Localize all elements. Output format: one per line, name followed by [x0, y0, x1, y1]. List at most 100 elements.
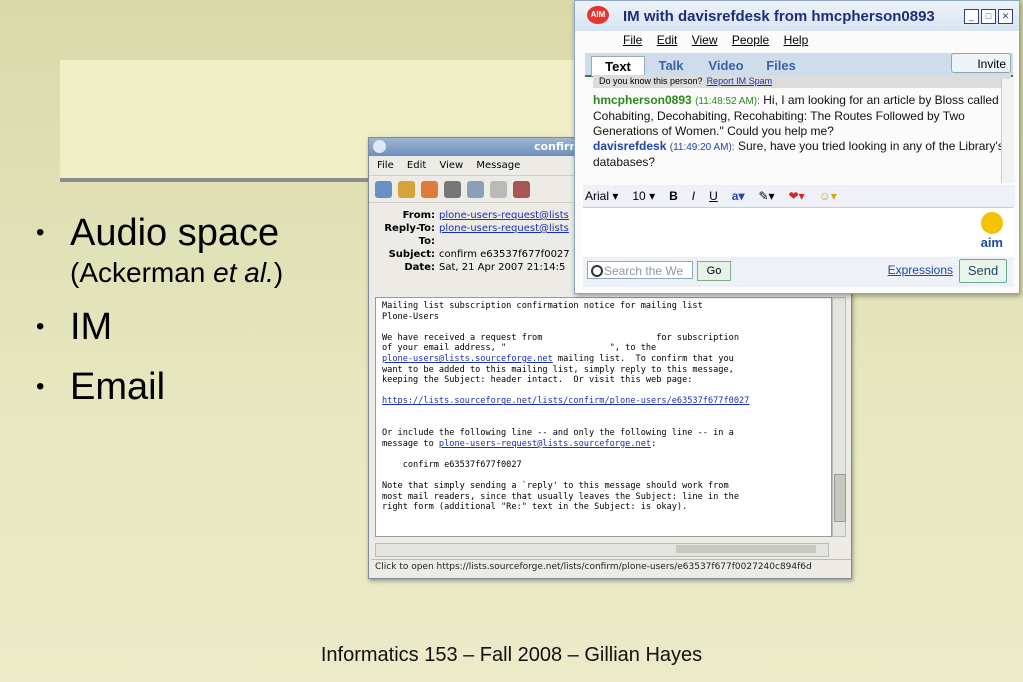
menu-view[interactable]: View — [439, 160, 463, 171]
message-sender: davisrefdesk — [593, 139, 667, 153]
bullet-subtext: (Ackerman et al.) — [70, 256, 283, 290]
minimize-icon[interactable]: _ — [964, 8, 979, 24]
email-horizontal-scrollbar[interactable] — [375, 543, 829, 557]
delete-icon[interactable] — [513, 180, 530, 198]
bold-icon[interactable]: B — [669, 185, 678, 207]
message-time: (11:48:52 AM): — [695, 96, 760, 107]
list-link[interactable]: plone-users@lists.sourceforge.net — [382, 354, 553, 364]
menu-help[interactable]: Help — [784, 33, 809, 47]
menu-edit[interactable]: Edit — [657, 33, 678, 47]
message: davisrefdesk (11:49:20 AM): Sure, have y… — [593, 139, 1009, 170]
email-status-bar: Click to open https://lists.sourceforge.… — [371, 559, 851, 575]
sub-prefix: (Ackerman — [70, 257, 214, 288]
bullet-item: • IM — [36, 304, 283, 350]
expressions-link[interactable]: Expressions — [888, 263, 953, 277]
app-icon — [373, 140, 386, 153]
confirm-line: confirm e63537f677f0027 — [382, 459, 522, 470]
font-size-select[interactable]: 10 ▾ — [632, 185, 655, 207]
bullet-text: Audio space — [70, 212, 280, 254]
spam-question: Do you know this person? — [599, 76, 703, 86]
scroll-thumb[interactable] — [676, 545, 816, 553]
forward-icon[interactable] — [421, 180, 438, 198]
from-link[interactable]: plone-users-request@lists — [439, 209, 569, 222]
body-paragraph: Mailing list subscription confirmation n… — [382, 301, 703, 322]
im-window: AIM IM with davisrefdesk from hmcpherson… — [574, 0, 1020, 294]
tab-talk[interactable]: Talk — [649, 56, 693, 75]
menu-view[interactable]: View — [692, 33, 718, 47]
close-icon[interactable]: ✕ — [998, 8, 1013, 24]
font-size-value: 10 — [632, 189, 646, 203]
aim-logo-icon: AIM — [585, 4, 611, 28]
text-color-icon[interactable]: a▾ — [732, 185, 745, 207]
bullet-dot: • — [36, 373, 45, 400]
tab-video[interactable]: Video — [701, 56, 751, 75]
menu-people[interactable]: People — [732, 33, 769, 47]
spam-bar: Do you know this person? Report IM Spam — [593, 75, 1011, 88]
header-label: Date: — [404, 262, 435, 273]
tab-files[interactable]: Files — [759, 56, 803, 75]
aim-running-man-icon: aim — [981, 212, 1003, 250]
report-spam-link[interactable]: Report IM Spam — [707, 76, 773, 86]
highlight-icon[interactable]: ✎▾ — [758, 185, 774, 207]
underline-icon[interactable]: U — [709, 185, 718, 207]
stop-icon[interactable] — [490, 180, 507, 198]
menu-file[interactable]: File — [377, 160, 394, 171]
bullet-item: • Email — [36, 364, 283, 410]
aim-logo-text: AIM — [587, 6, 609, 24]
menu-file[interactable]: File — [623, 33, 642, 47]
slide-footer: Informatics 153 – Fall 2008 – Gillian Ha… — [320, 644, 703, 666]
message-input[interactable]: aim — [583, 207, 1013, 256]
header-label: To: — [418, 236, 435, 247]
format-toolbar: Arial ▾ 10 ▾ B I U a▾ ✎▾ ❤▾ ☺▾ — [583, 185, 1015, 207]
header-label: From: — [402, 210, 435, 221]
sub-suffix: ) — [273, 257, 284, 288]
message-time: (11:49:20 AM): — [669, 142, 735, 153]
bullet-list: • Audio space (Ackerman et al.) • IM • E… — [36, 210, 283, 424]
invite-button[interactable]: Invite — [951, 53, 1011, 73]
sub-italic: et al. — [213, 257, 274, 288]
maximize-icon[interactable]: □ — [981, 8, 996, 24]
italic-icon[interactable]: I — [692, 185, 695, 207]
font-select[interactable]: Arial ▾ — [585, 185, 618, 207]
request-link[interactable]: plone-users-request@lists.sourceforge.ne… — [439, 439, 651, 449]
get-mail-icon[interactable] — [375, 180, 392, 198]
font-value: Arial — [585, 189, 610, 203]
scroll-thumb[interactable] — [834, 474, 846, 522]
body-paragraph: Note that simply sending a `reply' to th… — [382, 481, 739, 513]
menu-edit[interactable]: Edit — [407, 160, 426, 171]
im-title: IM with davisrefdesk from hmcpherson0893 — [623, 7, 935, 25]
reply-to-link[interactable]: plone-users-request@lists — [439, 222, 569, 235]
aim-label: aim — [980, 235, 1003, 250]
email-vertical-scrollbar[interactable] — [832, 297, 846, 537]
bullet-dot: • — [36, 219, 45, 246]
message-sender: hmcpherson0893 — [593, 93, 692, 107]
confirm-url-link[interactable]: https://lists.sourceforge.net/lists/conf… — [382, 396, 749, 406]
header-label: Reply-To: — [384, 223, 435, 234]
date-value: Sat, 21 Apr 2007 21:14:5 — [439, 262, 566, 273]
subject-value: confirm e63537f677f0027 — [439, 249, 570, 260]
bullet-dot: • — [36, 313, 45, 340]
go-button[interactable]: Go — [697, 261, 731, 281]
search-input[interactable]: Search the We — [587, 261, 693, 279]
menu-message[interactable]: Message — [476, 160, 520, 171]
conversation-log: hmcpherson0893 (11:48:52 AM): Hi, I am l… — [593, 93, 1009, 179]
reply-icon[interactable] — [398, 180, 415, 198]
save-icon[interactable] — [467, 180, 484, 198]
bullet-text: Email — [70, 366, 166, 408]
message: hmcpherson0893 (11:48:52 AM): Hi, I am l… — [593, 93, 1009, 139]
conversation-scrollbar[interactable] — [1001, 79, 1014, 183]
email-body[interactable]: Mailing list subscription confirmation n… — [375, 297, 832, 537]
heart-icon[interactable]: ❤▾ — [789, 185, 805, 207]
header-label: Subject: — [388, 249, 435, 260]
search-placeholder: Search the We — [604, 264, 684, 278]
im-title-bar[interactable]: AIM IM with davisrefdesk from hmcpherson… — [575, 1, 1019, 31]
bullet-item: • Audio space (Ackerman et al.) — [36, 210, 283, 290]
print-icon[interactable] — [444, 180, 461, 198]
tab-text[interactable]: Text — [591, 56, 645, 76]
im-menu-bar: File Edit View People Help — [575, 31, 1019, 49]
smiley-icon[interactable]: ☺▾ — [819, 185, 837, 207]
body-paragraph: We have received a request from for subs… — [382, 332, 739, 354]
send-button[interactable]: Send — [959, 259, 1007, 283]
body-paragraph: : — [651, 438, 657, 449]
bullet-text: IM — [70, 306, 113, 348]
